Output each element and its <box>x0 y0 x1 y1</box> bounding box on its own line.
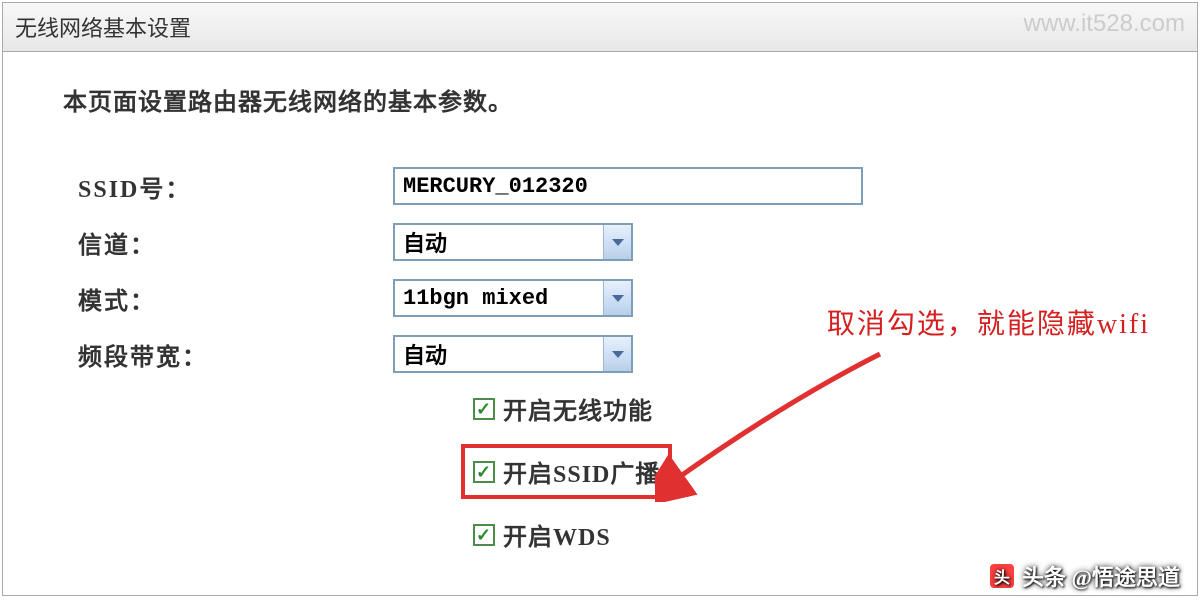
ssid-broadcast-checkbox-label: 开启SSID广播 <box>503 454 660 489</box>
ssid-label: SSID号： <box>78 169 393 204</box>
mode-select[interactable]: 11bgn mixed <box>393 279 633 317</box>
page-description: 本页面设置路由器无线网络的基本参数。 <box>63 82 1137 117</box>
channel-select[interactable]: 自动 <box>393 223 633 261</box>
watermark-url: www.it528.com <box>1024 10 1185 38</box>
page-title: 无线网络基本设置 <box>3 3 1197 52</box>
watermark-bottom: 头 头条 @悟途思道 <box>990 560 1180 592</box>
bandwidth-label: 频段带宽： <box>78 337 393 372</box>
mode-label: 模式： <box>78 281 393 316</box>
wireless-checkbox[interactable]: ✓ <box>473 398 495 420</box>
chevron-down-icon <box>603 281 631 315</box>
checkmark-icon: ✓ <box>476 463 492 481</box>
chevron-down-icon <box>603 337 631 371</box>
checkmark-icon: ✓ <box>476 526 492 544</box>
wds-checkbox[interactable]: ✓ <box>473 524 495 546</box>
annotation-text: 取消勾选，就能隐藏wifi <box>827 302 1150 342</box>
toutiao-logo-icon: 头 <box>990 564 1014 588</box>
ssid-broadcast-checkbox[interactable]: ✓ <box>473 461 495 483</box>
bandwidth-select[interactable]: 自动 <box>393 335 633 373</box>
checkmark-icon: ✓ <box>476 400 492 418</box>
wireless-checkbox-label: 开启无线功能 <box>503 391 653 426</box>
ssid-input[interactable] <box>393 167 863 205</box>
channel-label: 信道： <box>78 225 393 260</box>
wds-checkbox-label: 开启WDS <box>503 517 611 552</box>
chevron-down-icon <box>603 225 631 259</box>
ssid-broadcast-highlight: ✓ 开启SSID广播 <box>461 444 672 499</box>
